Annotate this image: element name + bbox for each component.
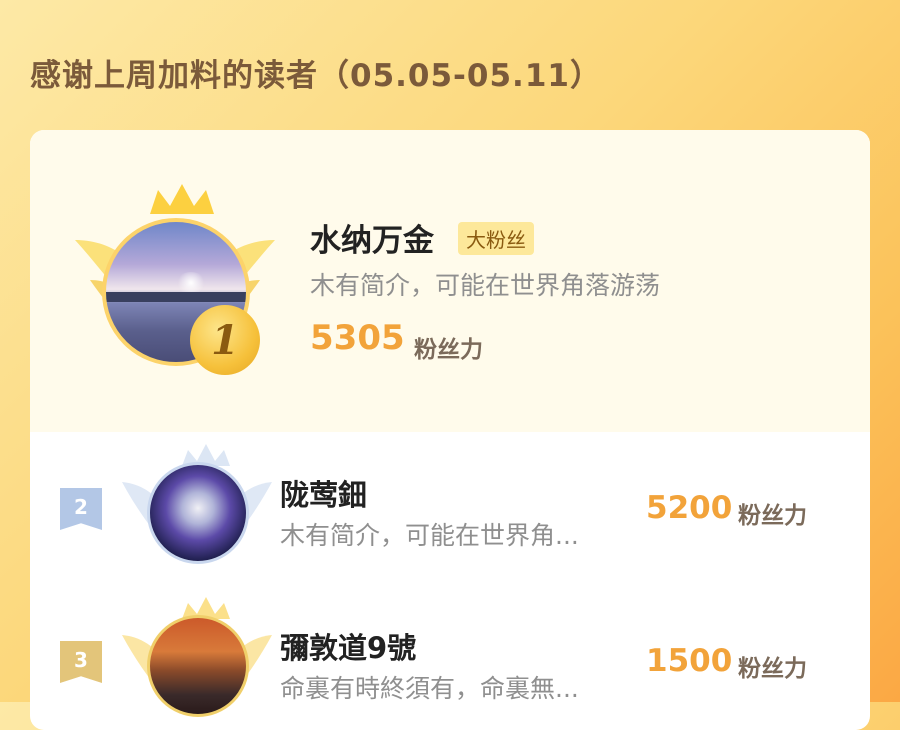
reader-bio: 木有简介，可能在世界角落游荡 — [310, 271, 661, 300]
avatar[interactable] — [147, 462, 249, 564]
fan-level-badge: 大粉丝 — [458, 222, 534, 255]
crown-icon — [150, 184, 214, 214]
reader-bio: 木有简介，可能在世界角... — [280, 521, 579, 550]
reader-name[interactable]: 水纳万金 — [310, 215, 434, 260]
reader-bio: 命裏有時終須有，命裏無... — [280, 674, 579, 703]
fan-score-unit: 粉丝力 — [738, 656, 807, 682]
leaderboard-card: 1 水纳万金 大粉丝 木有简介，可能在世界角落游荡 5305 粉丝力 2 陇莺鈿… — [30, 130, 870, 730]
rank-ribbon-icon: 2 — [60, 488, 102, 530]
top-reader-section[interactable]: 1 水纳万金 大粉丝 木有简介，可能在世界角落游荡 5305 粉丝力 — [30, 130, 870, 432]
fan-score: 5200 — [646, 490, 733, 526]
reader-name[interactable]: 彌敦道9號 — [280, 625, 416, 667]
rank-ribbon-icon: 3 — [60, 641, 102, 683]
page-title: 感谢上周加料的读者（05.05-05.11） — [30, 58, 602, 94]
fan-score-unit: 粉丝力 — [738, 503, 807, 529]
rank-medal-icon: 1 — [190, 305, 260, 375]
reader-name[interactable]: 陇莺鈿 — [280, 472, 367, 514]
fan-score: 1500 — [646, 643, 733, 679]
list-item[interactable]: 3 彌敦道9號 命裏有時終須有，命裏無... 1500 粉丝力 — [30, 585, 870, 725]
fan-score-unit: 粉丝力 — [414, 337, 483, 363]
fan-score: 5305 — [310, 318, 405, 358]
list-item[interactable]: 2 陇莺鈿 木有简介，可能在世界角... 5200 粉丝力 — [30, 432, 870, 572]
